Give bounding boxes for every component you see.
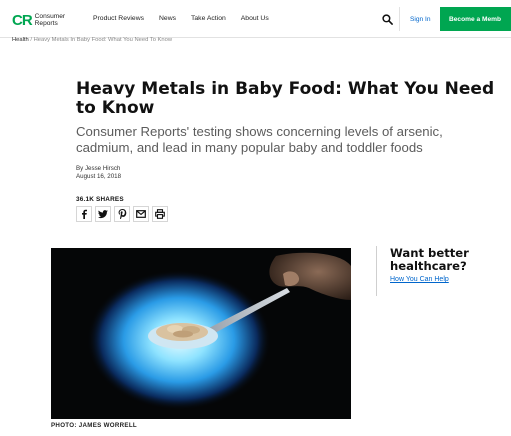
facebook-icon — [82, 209, 87, 219]
sign-in-link[interactable]: Sign In — [410, 16, 431, 23]
article-title: Heavy Metals in Baby Food: What You Need… — [76, 79, 495, 118]
nav-news[interactable]: News — [159, 15, 176, 22]
logo-mark: CR — [12, 11, 33, 29]
search-icon — [381, 13, 393, 25]
share-twitter-button[interactable] — [95, 206, 111, 222]
author[interactable]: By Jesse Hirsch — [76, 165, 121, 173]
publish-date: August 16, 2018 — [76, 173, 122, 180]
logo-wordmark: Consumer Reports — [35, 13, 71, 27]
print-icon — [155, 209, 165, 219]
share-count: 36.1K SHARES — [76, 196, 124, 203]
top-navigation-bar: CR Consumer Reports Product Reviews News… — [0, 0, 511, 38]
baby-food-spoon-photo — [51, 248, 351, 419]
breadcrumb-health[interactable]: Health — [12, 37, 29, 43]
promo-title: Want better healthcare? — [390, 246, 469, 273]
twitter-icon — [98, 209, 108, 218]
nav-take-action[interactable]: Take Action — [191, 15, 226, 22]
become-member-button[interactable]: Become a Memb — [440, 7, 511, 31]
nav-about-us[interactable]: About Us — [241, 15, 269, 22]
photo-credit: PHOTO: JAMES WORRELL — [51, 422, 137, 429]
hero-photo — [51, 248, 351, 419]
byline: By Jesse Hirsch August 16, 2018 — [76, 165, 121, 181]
share-buttons — [76, 206, 168, 222]
search-button[interactable] — [375, 7, 400, 31]
breadcrumb-current: Heavy Metals In Baby Food: What You Need… — [33, 37, 173, 43]
main-nav: Product Reviews News Take Action About U… — [93, 15, 284, 22]
share-pinterest-button[interactable] — [114, 206, 130, 222]
sidebar-divider — [376, 246, 377, 296]
share-facebook-button[interactable] — [76, 206, 92, 222]
article-subtitle: Consumer Reports' testing shows concerni… — [76, 124, 443, 155]
logo-line-1: Consumer — [34, 13, 66, 20]
consumer-reports-logo[interactable]: CR Consumer Reports — [12, 11, 71, 29]
email-icon — [136, 210, 146, 218]
logo-line-2: Reports — [34, 20, 58, 27]
share-print-button[interactable] — [152, 206, 168, 222]
pinterest-icon — [118, 209, 126, 219]
share-email-button[interactable] — [133, 206, 149, 222]
nav-product-reviews[interactable]: Product Reviews — [93, 15, 144, 22]
breadcrumb: Health / Heavy Metals In Baby Food: What… — [12, 37, 172, 43]
promo-link[interactable]: How You Can Help — [390, 276, 449, 283]
